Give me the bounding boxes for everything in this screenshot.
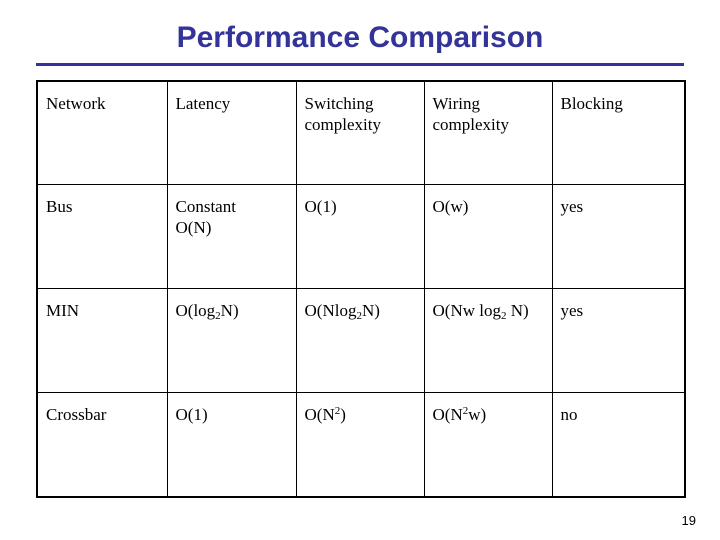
title-block: Performance Comparison [36, 20, 684, 66]
cell-blocking-min: yes [551, 288, 686, 393]
wiring-value: O(Nw log2 N) [432, 301, 529, 322]
cell-blocking-crossbar: no [551, 392, 686, 498]
column-header-wiring-complexity: Wiring complexity [423, 80, 553, 185]
blocking-value: no [560, 405, 578, 424]
switching-value: O(N2) [304, 405, 346, 424]
cell-network-bus: Bus [36, 184, 168, 289]
blocking-value: yes [560, 197, 584, 216]
column-header-latency-label: Latency [175, 94, 231, 113]
column-header-blocking: Blocking [551, 80, 686, 185]
cell-switching-crossbar: O(N2) [295, 392, 425, 498]
table-header-row: Network Latency Switching complexity Wir… [36, 80, 686, 185]
wiring-value: O(w) [432, 197, 469, 216]
cell-latency-bus: Constant O(N) [166, 184, 297, 289]
page-number: 19 [681, 513, 696, 528]
cell-wiring-bus: O(w) [423, 184, 553, 289]
latency-value-line1: Constant [175, 197, 236, 216]
network-name: Crossbar [46, 405, 107, 424]
cell-latency-crossbar: O(1) [166, 392, 297, 498]
cell-network-crossbar: Crossbar [36, 392, 168, 498]
cell-switching-bus: O(1) [295, 184, 425, 289]
column-header-latency: Latency [166, 80, 297, 185]
slide-canvas: Performance Comparison Network Latency S… [0, 0, 720, 540]
switching-value: O(Nlog2N) [304, 301, 380, 322]
cell-blocking-bus: yes [551, 184, 686, 289]
cell-switching-min: O(Nlog2N) [295, 288, 425, 393]
latency-value-line2: O(N) [175, 218, 212, 237]
blocking-value: yes [560, 301, 584, 320]
cell-latency-min: O(log2N) [166, 288, 297, 393]
latency-value: O(1) [175, 405, 208, 424]
performance-table-container: Network Latency Switching complexity Wir… [36, 80, 686, 498]
network-name: Bus [46, 197, 73, 216]
latency-value: O(log2N) [175, 301, 239, 322]
switching-value: O(1) [304, 197, 337, 216]
table-row: Crossbar O(1) O(N2) O(N2w) no [36, 392, 686, 498]
column-header-switching-complexity-label: Switching complexity [304, 94, 381, 134]
page-title: Performance Comparison [176, 21, 544, 54]
column-header-blocking-label: Blocking [560, 94, 623, 113]
network-name: MIN [46, 301, 80, 320]
column-header-wiring-complexity-label: Wiring complexity [432, 94, 509, 134]
column-header-switching-complexity: Switching complexity [295, 80, 425, 185]
table-row: Bus Constant O(N) O(1) O(w) yes [36, 184, 686, 289]
cell-network-min: MIN [36, 288, 168, 393]
title-divider [36, 63, 684, 66]
cell-wiring-min: O(Nw log2 N) [423, 288, 553, 393]
cell-wiring-crossbar: O(N2w) [423, 392, 553, 498]
performance-comparison-table: Network Latency Switching complexity Wir… [36, 80, 686, 498]
column-header-network: Network [36, 80, 168, 185]
column-header-network-label: Network [46, 94, 106, 113]
table-row: MIN O(log2N) O(Nlog2N) O(Nw log2 N) yes [36, 288, 686, 393]
wiring-value: O(N2w) [432, 405, 487, 424]
